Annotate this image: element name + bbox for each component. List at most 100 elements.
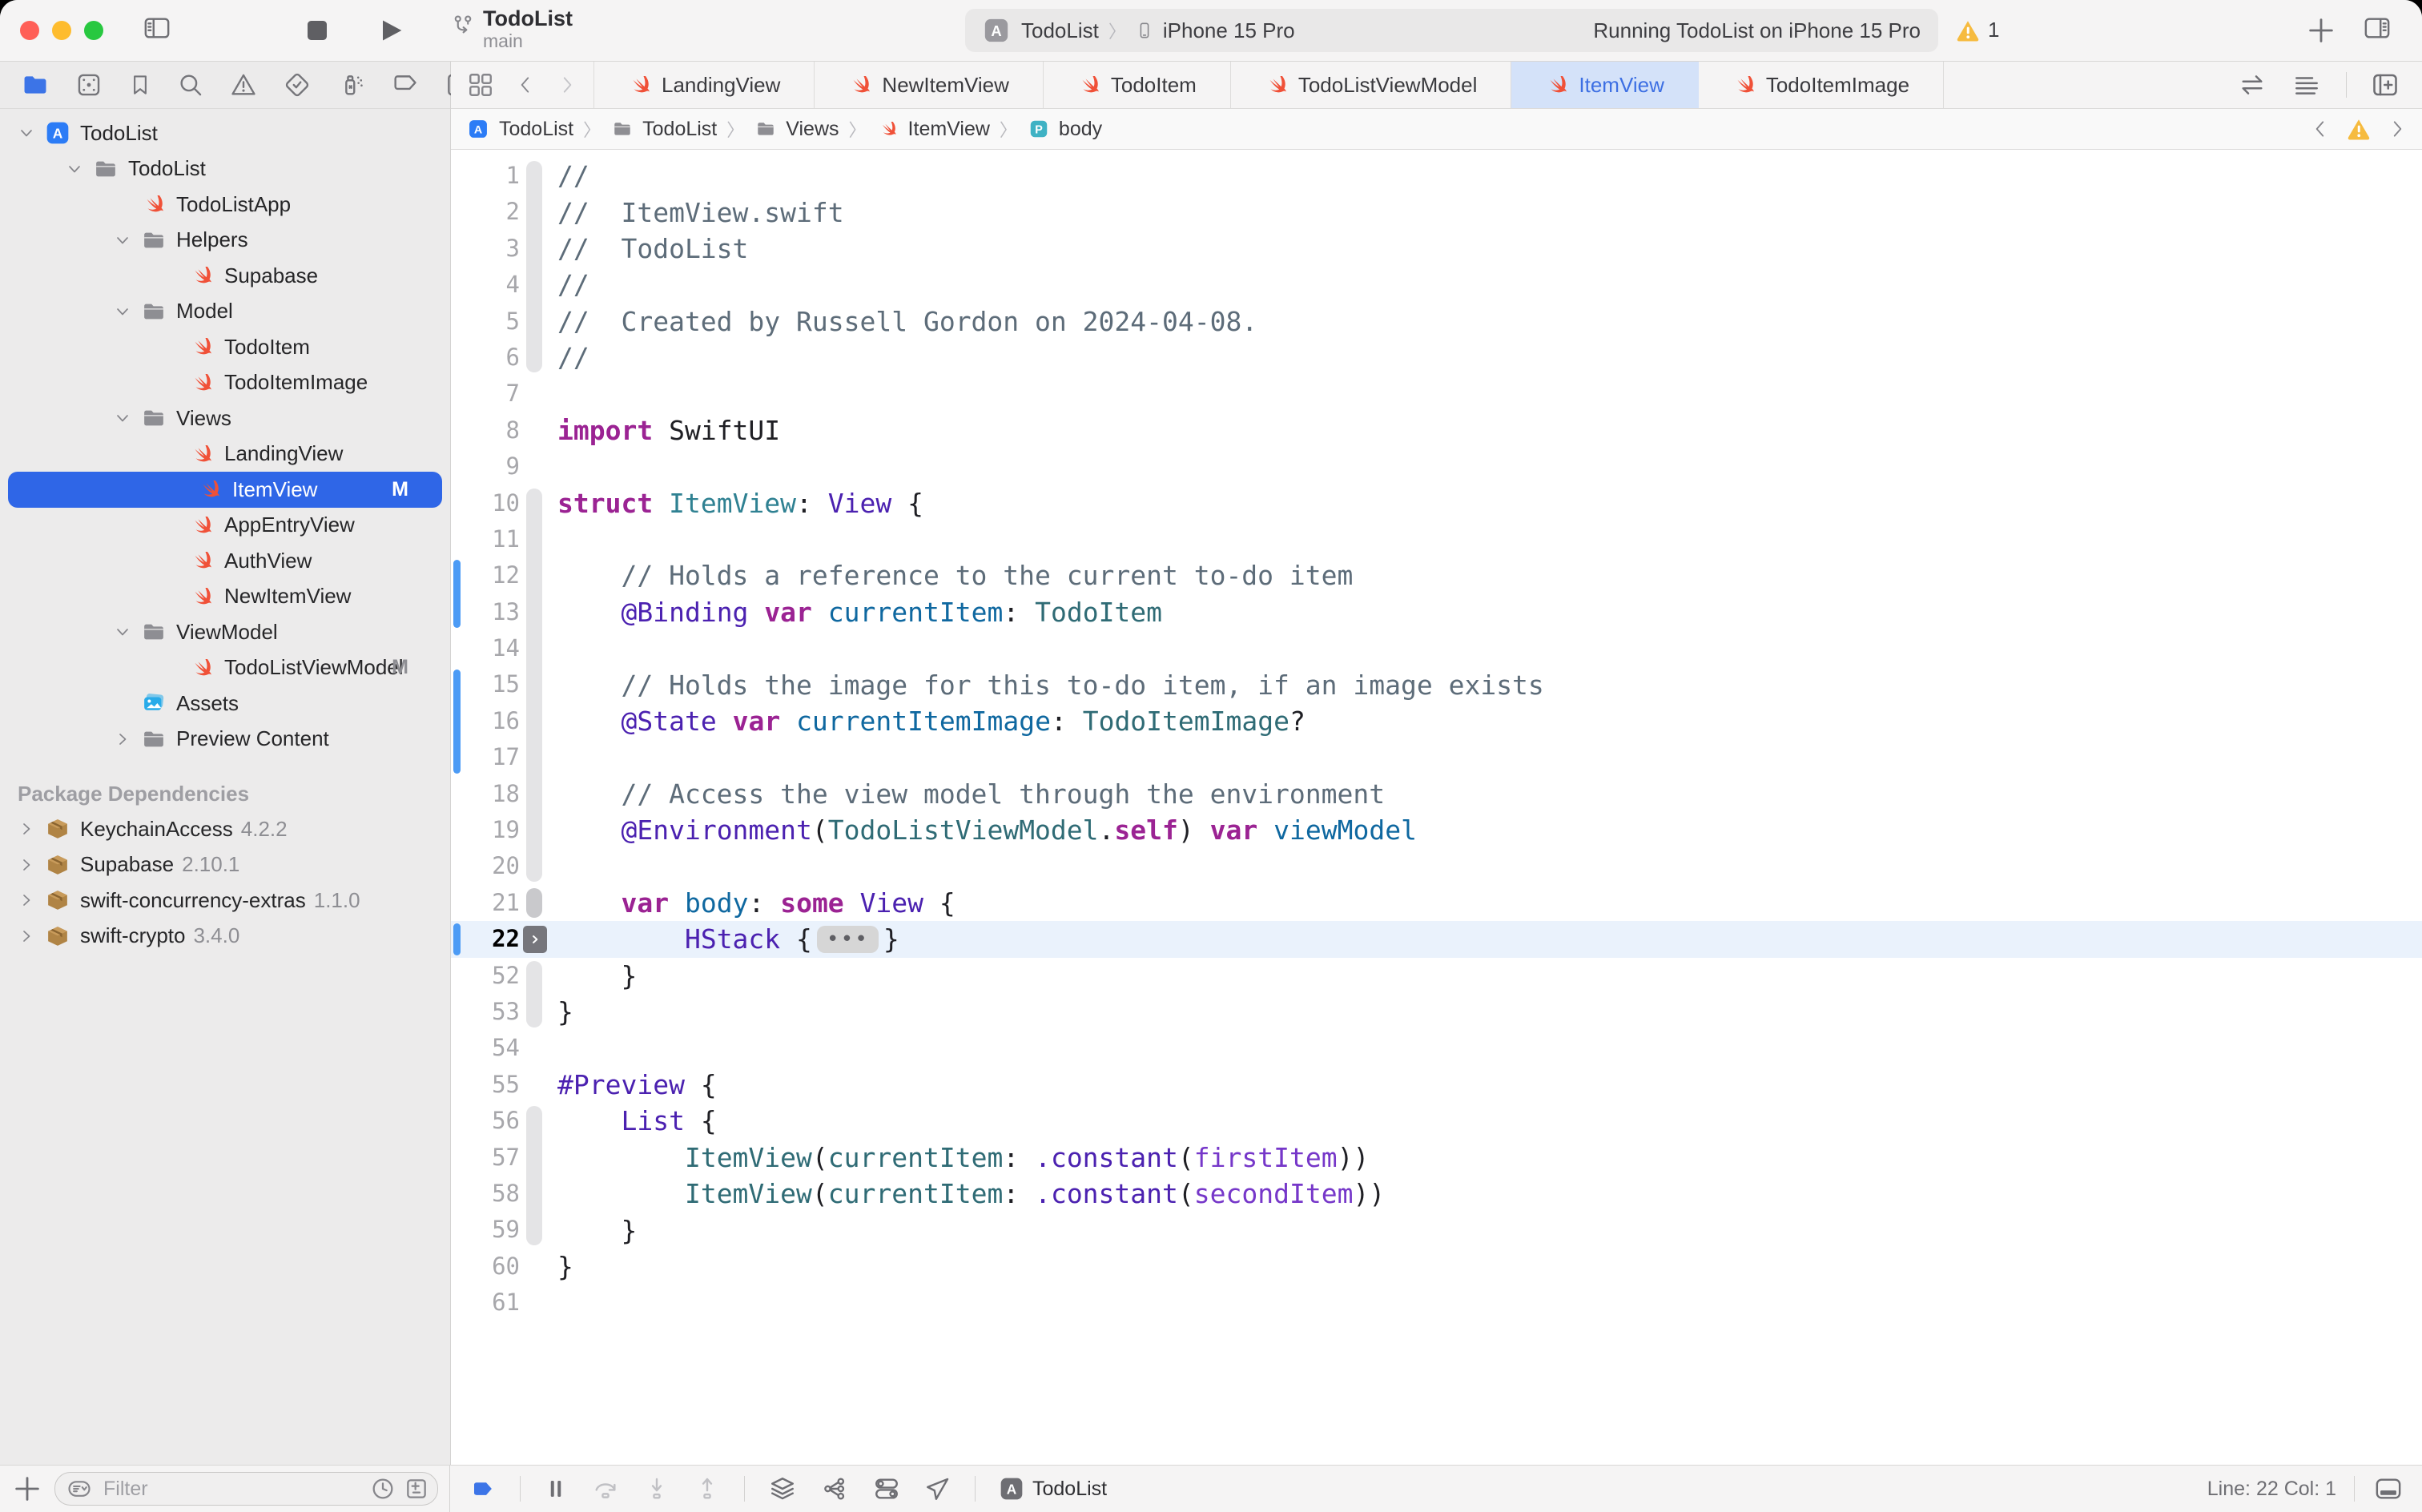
issues-badge[interactable]: 1 <box>1954 18 1999 42</box>
tab-landingview[interactable]: LandingView <box>593 62 815 108</box>
sidebar-item-landingview[interactable]: LandingView <box>0 436 450 472</box>
code-line-5[interactable]: 5// Created by Russell Gordon on 2024-04… <box>451 304 2422 340</box>
running-app-chip[interactable]: A TodoList <box>999 1476 1107 1502</box>
source-control-change-bar[interactable] <box>453 670 461 774</box>
breadcrumb-body[interactable]: Pbody <box>1027 117 1102 141</box>
package-item-keychainaccess[interactable]: KeychainAccess4.2.2 <box>0 811 450 847</box>
tab-todoitem[interactable]: TodoItem <box>1044 62 1231 108</box>
tab-todolistviewmodel[interactable]: TodoListViewModel <box>1231 62 1512 108</box>
filter-field[interactable]: Filter <box>54 1472 438 1506</box>
toggle-debug-area-icon[interactable] <box>2372 1475 2404 1502</box>
scm-filter-icon[interactable] <box>404 1476 429 1502</box>
sidebar-item-todolistviewmodel[interactable]: TodoListViewModelM <box>0 650 450 686</box>
package-item-swift-crypto[interactable]: swift-crypto3.4.0 <box>0 919 450 955</box>
debug-env-overrides-icon[interactable] <box>872 1475 901 1502</box>
code-segment-folded[interactable]: ••• <box>817 926 879 953</box>
navigator-tab-source-control-icon[interactable] <box>74 71 103 99</box>
code-line-18[interactable]: 18 // Access the view model through the … <box>451 776 2422 812</box>
code-line-16[interactable]: 16 @State var currentItemImage: TodoItem… <box>451 703 2422 739</box>
debug-location-icon[interactable] <box>924 1475 952 1502</box>
package-item-supabase[interactable]: Supabase2.10.1 <box>0 847 450 883</box>
navigator-tab-search-icon[interactable] <box>177 71 204 99</box>
code-line-61[interactable]: 61 <box>451 1285 2422 1321</box>
code-line-21[interactable]: 21 var body: some View { <box>451 885 2422 921</box>
next-issue-icon[interactable] <box>2387 115 2408 143</box>
navigator-tab-debug-icon[interactable] <box>336 71 365 99</box>
debug-step-over-icon[interactable] <box>591 1475 620 1502</box>
sidebar-item-views[interactable]: Views <box>0 400 450 436</box>
new-tab-button[interactable] <box>2305 14 2337 50</box>
sidebar-item-model[interactable]: Model <box>0 294 450 330</box>
activity-status-bar[interactable]: A TodoList 〉 iPhone 15 Pro Running TodoL… <box>965 9 1938 52</box>
destination-name[interactable]: iPhone 15 Pro <box>1163 18 1295 43</box>
code-line-14[interactable]: 14 <box>451 630 2422 666</box>
tab-newitemview[interactable]: NewItemView <box>815 62 1043 108</box>
code-line-7[interactable]: 7 <box>451 376 2422 412</box>
chevron-down-icon[interactable] <box>107 231 138 250</box>
adjust-editor-options-icon[interactable] <box>2291 71 2322 99</box>
debug-memory-graph-icon[interactable] <box>820 1475 849 1502</box>
code-line-12[interactable]: 12 // Holds a reference to the current t… <box>451 557 2422 593</box>
code-line-57[interactable]: 57 ItemView(currentItem: .constant(first… <box>451 1140 2422 1176</box>
navigator-tab-bookmarks-icon[interactable] <box>128 71 152 99</box>
scheme-name[interactable]: TodoList <box>1021 18 1099 43</box>
sidebar-item-appentryview[interactable]: AppEntryView <box>0 508 450 544</box>
minimize-window-button[interactable] <box>52 21 71 40</box>
add-editor-icon[interactable] <box>2371 70 2400 99</box>
fold-disclosure-button[interactable] <box>523 926 547 953</box>
code-line-9[interactable]: 9 <box>451 448 2422 485</box>
sidebar-item-todolist[interactable]: ATodoList <box>0 115 450 151</box>
breadcrumb-todolist[interactable]: ATodoList <box>465 116 573 142</box>
tab-todoitemimage[interactable]: TodoItemImage <box>1699 62 1944 108</box>
sidebar-item-todolist[interactable]: TodoList <box>0 151 450 187</box>
sidebar-item-helpers[interactable]: Helpers <box>0 223 450 259</box>
toggle-left-sidebar-icon[interactable] <box>141 14 173 46</box>
chevron-down-icon[interactable] <box>11 123 42 143</box>
code-line-13[interactable]: 13 @Binding var currentItem: TodoItem <box>451 594 2422 630</box>
code-line-22[interactable]: 22 HStack {•••} <box>451 921 2422 957</box>
navigator-tab-issues-icon[interactable] <box>229 71 258 99</box>
sidebar-item-assets[interactable]: Assets <box>0 686 450 722</box>
chevron-down-icon[interactable] <box>107 622 138 641</box>
breadcrumb-todolist[interactable]: TodoList <box>610 117 717 141</box>
sidebar-item-newitemview[interactable]: NewItemView <box>0 579 450 615</box>
breadcrumb-views[interactable]: Views <box>754 117 839 141</box>
sidebar-item-todolistapp[interactable]: TodoListApp <box>0 187 450 223</box>
code-line-15[interactable]: 15 // Holds the image for this to-do ite… <box>451 666 2422 702</box>
code-line-4[interactable]: 4// <box>451 267 2422 303</box>
chevron-down-icon[interactable] <box>107 408 138 428</box>
navigator-tab-breakpoints-icon[interactable] <box>390 71 419 99</box>
debug-break-fill-icon[interactable] <box>468 1477 497 1501</box>
code-line-54[interactable]: 54 <box>451 1030 2422 1066</box>
run-button[interactable] <box>375 14 407 50</box>
source-control-change-bar[interactable] <box>453 923 461 955</box>
code-line-52[interactable]: 52 } <box>451 958 2422 994</box>
breadcrumb-itemview[interactable]: ItemView <box>876 117 990 141</box>
debug-pause-icon[interactable] <box>544 1475 568 1502</box>
sidebar-item-itemview[interactable]: ItemViewM <box>8 472 442 508</box>
code-line-3[interactable]: 3// TodoList <box>451 231 2422 267</box>
chevron-down-icon[interactable] <box>107 302 138 321</box>
chevron-right-icon[interactable] <box>11 927 42 946</box>
code-line-6[interactable]: 6// <box>451 340 2422 376</box>
chevron-right-icon[interactable] <box>11 891 42 910</box>
code-line-17[interactable]: 17 <box>451 739 2422 775</box>
zoom-window-button[interactable] <box>84 21 103 40</box>
tab-itemview[interactable]: ItemView <box>1511 62 1698 108</box>
code-review-icon[interactable] <box>2237 71 2267 99</box>
code-line-11[interactable]: 11 <box>451 521 2422 557</box>
code-line-8[interactable]: 8import SwiftUI <box>451 412 2422 448</box>
code-line-53[interactable]: 53} <box>451 994 2422 1030</box>
recent-files-icon[interactable] <box>370 1476 396 1502</box>
sidebar-item-authview[interactable]: AuthView <box>0 543 450 579</box>
code-line-10[interactable]: 10struct ItemView: View { <box>451 485 2422 521</box>
close-window-button[interactable] <box>20 21 39 40</box>
sidebar-item-supabase[interactable]: Supabase <box>0 258 450 294</box>
code-line-56[interactable]: 56 List { <box>451 1103 2422 1139</box>
navigator-tab-files-icon[interactable] <box>21 71 50 99</box>
previous-issue-icon[interactable] <box>2310 115 2331 143</box>
code-line-60[interactable]: 60} <box>451 1249 2422 1285</box>
sidebar-item-preview-content[interactable]: Preview Content <box>0 722 450 758</box>
code-line-55[interactable]: 55#Preview { <box>451 1067 2422 1103</box>
related-items-icon[interactable] <box>467 71 494 99</box>
